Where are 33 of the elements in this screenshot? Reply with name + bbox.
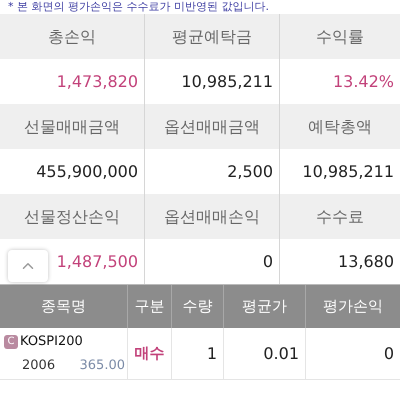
summary-label: 옵션매매손익 xyxy=(164,206,260,228)
summary-label: 선물정산손익 xyxy=(24,206,120,228)
summary-value: 10,985,211 xyxy=(181,70,273,92)
summary-value: 1,473,820 xyxy=(56,70,138,92)
scroll-up-button[interactable] xyxy=(8,250,48,282)
quantity-cell-text: 1 xyxy=(206,342,217,364)
column-header: 구분 xyxy=(134,296,164,318)
summary-value: 2,500 xyxy=(227,160,273,182)
product-name: KOSPI200 xyxy=(20,333,83,351)
column-header: 종목명 xyxy=(41,296,86,318)
average-price-cell-text: 0.01 xyxy=(263,342,299,364)
summary-value: 13.42% xyxy=(332,70,394,92)
summary-value: 13,680 xyxy=(338,250,394,272)
notice-text: * 본 화면의 평가손익은 수수료가 미반영된 값입니다. xyxy=(7,0,270,14)
pnl-cell-text: 0 xyxy=(384,342,394,364)
summary-label: 옵션매매금액 xyxy=(164,116,260,138)
summary-label: 선물매매금액 xyxy=(24,116,120,138)
summary-label: 예탁총액 xyxy=(308,116,372,138)
column-header: 수량 xyxy=(182,296,212,318)
column-header: 평가손익 xyxy=(323,296,383,318)
summary-value: 0 xyxy=(262,250,273,272)
summary-label: 총손익 xyxy=(48,26,96,48)
summary-label: 수익률 xyxy=(316,26,364,48)
call-badge: C xyxy=(4,334,18,349)
summary-label: 평균예탁금 xyxy=(172,26,252,48)
strike-price: 365.00 xyxy=(80,356,125,374)
column-header: 평균가 xyxy=(242,296,287,318)
summary-value: 455,900,000 xyxy=(36,160,138,182)
summary-value: 10,985,211 xyxy=(302,160,394,182)
trade-side: 매수 xyxy=(134,343,164,364)
expiry-month: 2006 xyxy=(22,356,56,374)
summary-value: 1,487,500 xyxy=(56,250,138,272)
summary-label: 수수료 xyxy=(316,206,364,228)
